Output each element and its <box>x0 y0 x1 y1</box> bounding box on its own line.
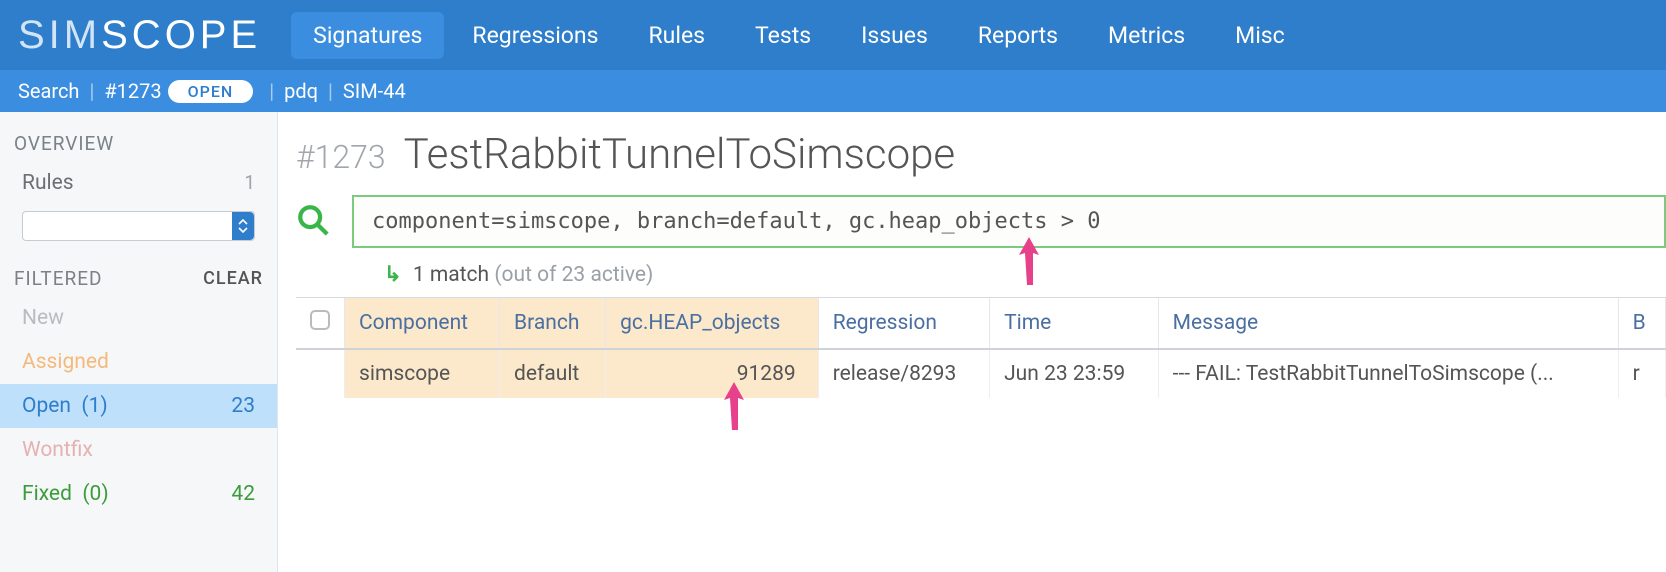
col-time[interactable]: Time <box>990 298 1159 349</box>
issue-id-link[interactable]: #1273 <box>104 79 161 103</box>
col-branch[interactable]: Branch <box>500 298 606 349</box>
logo[interactable]: SIMSCOPE <box>18 13 261 58</box>
cell-component: simscope <box>345 349 500 398</box>
query-row: component=simscope, branch=default, gc.h… <box>296 195 1666 248</box>
main-content: #1273 TestRabbitTunnelToSimscope compone… <box>278 112 1666 572</box>
cell-message: --- FAIL: TestRabbitTunnelToSimscope (..… <box>1158 349 1618 398</box>
nav-misc[interactable]: Misc <box>1213 12 1307 59</box>
cell-time: Jun 23 23:59 <box>990 349 1159 398</box>
fixed-count: 42 <box>231 482 255 506</box>
issue-title: TestRabbitTunnelToSimscope <box>404 130 956 179</box>
nav-reports[interactable]: Reports <box>956 12 1080 59</box>
nav-menu: Signatures Regressions Rules Tests Issue… <box>291 12 1307 59</box>
rules-select[interactable] <box>22 211 255 241</box>
filter-new[interactable]: New <box>0 296 277 340</box>
rules-count: 1 <box>244 171 255 195</box>
search-link[interactable]: Search <box>18 79 79 103</box>
logo-part1: SIM <box>18 13 101 57</box>
cell-branch: default <box>500 349 606 398</box>
select-all-header[interactable] <box>296 298 345 349</box>
logo-part2: SCOPE <box>101 13 261 57</box>
issue-id: #1273 <box>296 138 386 176</box>
filter-wontfix[interactable]: Wontfix <box>0 428 277 472</box>
separator: | <box>269 79 274 103</box>
breadcrumb-bar: Search | #1273 OPEN | pdq | SIM-44 <box>0 70 1666 112</box>
col-component[interactable]: Component <box>345 298 500 349</box>
page-title-row: #1273 TestRabbitTunnelToSimscope <box>296 130 1666 179</box>
table-header-row: Component Branch gc.HEAP_objects Regress… <box>296 298 1666 349</box>
separator: | <box>328 79 333 103</box>
sidebar-rules-row[interactable]: Rules 1 <box>0 161 277 205</box>
match-count: 1 match <box>413 263 489 287</box>
open-count: 23 <box>231 394 255 418</box>
nav-issues[interactable]: Issues <box>839 12 950 59</box>
separator: | <box>89 79 94 103</box>
checkbox-icon[interactable] <box>310 310 330 330</box>
table-row[interactable]: simscope default 91289 release/8293 Jun … <box>296 349 1666 398</box>
user-link[interactable]: pdq <box>284 79 318 103</box>
nav-rules[interactable]: Rules <box>627 12 728 59</box>
filtered-label: FILTERED <box>14 267 102 290</box>
ref-link[interactable]: SIM-44 <box>343 79 406 103</box>
nav-metrics[interactable]: Metrics <box>1086 12 1207 59</box>
return-arrow-icon: ↳ <box>384 263 402 287</box>
col-message[interactable]: Message <box>1158 298 1618 349</box>
nav-regressions[interactable]: Regressions <box>450 12 620 59</box>
chevron-updown-icon <box>232 212 254 240</box>
cell-regression: release/8293 <box>818 349 989 398</box>
sidebar: OVERVIEW Rules 1 FILTERED CLEAR New Assi… <box>0 112 278 572</box>
col-heap[interactable]: gc.HEAP_objects <box>606 298 819 349</box>
results-table-wrap: Component Branch gc.HEAP_objects Regress… <box>296 297 1666 398</box>
col-last[interactable]: B <box>1618 298 1665 349</box>
cell-last: r <box>1618 349 1665 398</box>
filtered-heading: FILTERED CLEAR <box>0 255 277 296</box>
clear-filters-button[interactable]: CLEAR <box>203 268 263 289</box>
cell-heap: 91289 <box>606 349 819 398</box>
rules-label: Rules <box>22 171 74 195</box>
filter-fixed[interactable]: Fixed (0) 42 <box>0 472 277 516</box>
filter-open[interactable]: Open (1) 23 <box>0 384 277 428</box>
match-summary: ↳ 1 match (out of 23 active) <box>384 262 1666 287</box>
results-table: Component Branch gc.HEAP_objects Regress… <box>296 298 1666 398</box>
col-regression[interactable]: Regression <box>818 298 989 349</box>
match-suffix: (out of 23 active) <box>494 263 653 287</box>
overview-heading: OVERVIEW <box>0 126 277 161</box>
top-nav: SIMSCOPE Signatures Regressions Rules Te… <box>0 0 1666 70</box>
status-badge[interactable]: OPEN <box>168 80 254 103</box>
filter-assigned[interactable]: Assigned <box>0 340 277 384</box>
nav-tests[interactable]: Tests <box>733 12 833 59</box>
nav-signatures[interactable]: Signatures <box>291 12 444 59</box>
row-checkbox-cell[interactable] <box>296 349 345 398</box>
query-input[interactable]: component=simscope, branch=default, gc.h… <box>352 195 1666 248</box>
search-icon <box>296 203 330 241</box>
